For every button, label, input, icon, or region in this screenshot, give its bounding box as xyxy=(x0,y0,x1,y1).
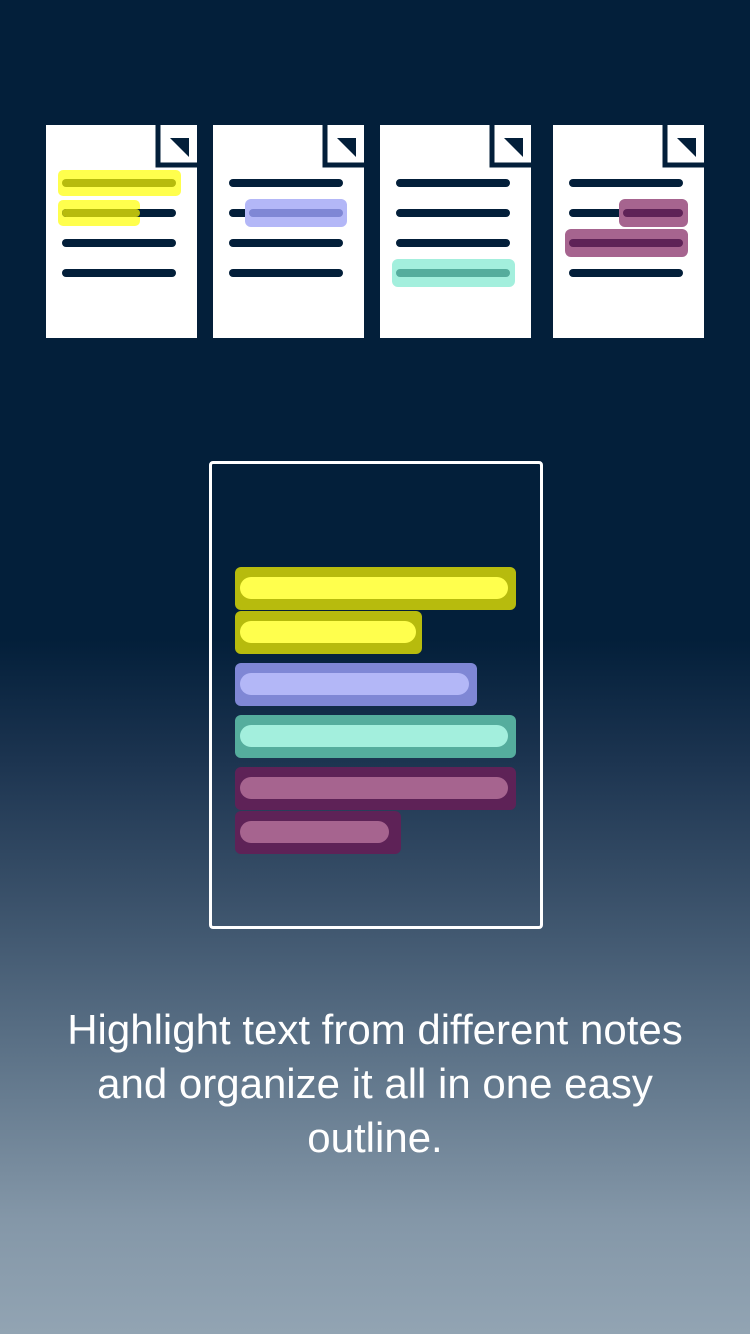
caption-text: Highlight text from different notes and … xyxy=(67,1006,683,1161)
purple-highlight-line xyxy=(240,821,389,843)
yellow-highlight-line xyxy=(240,577,508,599)
blue-highlight-line xyxy=(240,673,469,695)
yellow-highlight-line xyxy=(240,621,416,643)
purple-highlight-line xyxy=(240,777,508,799)
teal-highlight-line xyxy=(240,725,508,747)
